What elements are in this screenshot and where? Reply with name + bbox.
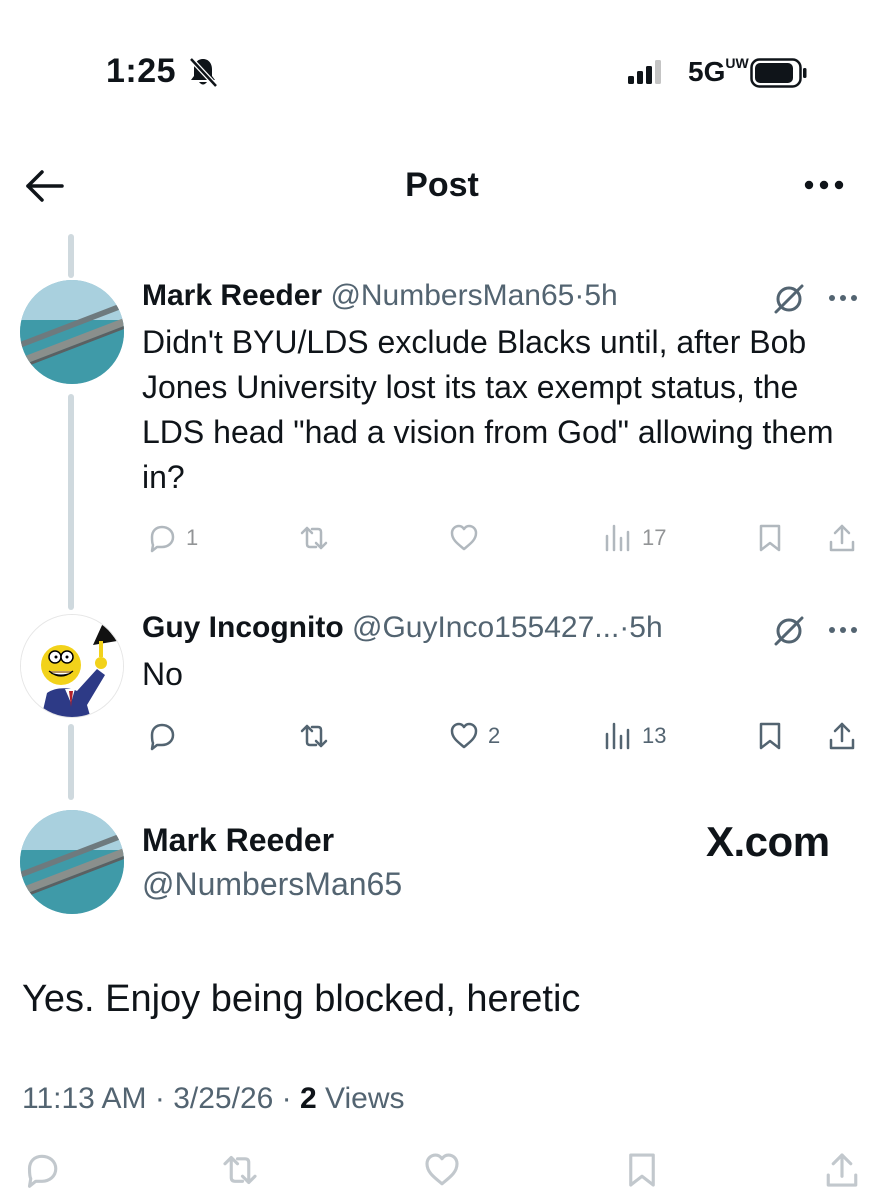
status-bar: 1:25 5GUW xyxy=(0,0,884,140)
views-icon xyxy=(605,722,630,750)
separator: · xyxy=(574,279,585,312)
post-time: 5h xyxy=(629,611,663,644)
more-options-icon[interactable] xyxy=(804,180,844,190)
avatar[interactable] xyxy=(20,614,124,718)
bridge-photo-avatar xyxy=(20,810,124,914)
network-label: 5GUW xyxy=(688,55,749,88)
author-name[interactable]: Guy Incognito xyxy=(142,611,344,644)
network-sup: UW xyxy=(725,55,749,71)
status-time: 1:25 xyxy=(106,52,177,90)
separator: · xyxy=(154,1082,165,1115)
reply-count: 1 xyxy=(186,525,199,550)
views-button[interactable]: 17 xyxy=(602,518,666,558)
more-options-icon[interactable] xyxy=(828,294,858,302)
bell-muted-icon xyxy=(189,57,218,88)
heart-icon xyxy=(425,1153,459,1186)
tweet-header: Guy Incognito @GuyInco155427...·5h xyxy=(142,610,857,648)
views-button[interactable]: 13 xyxy=(602,716,666,756)
retweet-button[interactable] xyxy=(298,716,330,756)
grok-icon[interactable] xyxy=(772,614,806,648)
share-button[interactable] xyxy=(826,716,858,756)
share-button[interactable] xyxy=(826,518,858,558)
author-handle[interactable]: @NumbersMan65 xyxy=(330,279,574,312)
bookmark-icon xyxy=(759,524,781,552)
page-title: Post xyxy=(405,166,479,204)
retweet-button[interactable] xyxy=(298,518,330,558)
tweet-text: Didn't BYU/LDS exclude Blacks until, aft… xyxy=(142,324,834,495)
views-icon xyxy=(605,524,630,552)
separator: · xyxy=(619,611,630,644)
reply-button[interactable] xyxy=(22,1150,62,1190)
share-icon xyxy=(829,524,855,552)
like-button[interactable]: 2 xyxy=(448,716,500,756)
tweet-header: Mark Reeder @NumbersMan65·5h xyxy=(142,278,857,316)
nav-bar: Post xyxy=(0,150,884,220)
avatar[interactable] xyxy=(20,810,124,914)
bookmark-button[interactable] xyxy=(754,518,786,558)
reply-icon xyxy=(150,525,175,553)
thread-line xyxy=(68,724,74,800)
avatar[interactable] xyxy=(20,280,124,384)
reply-tweet[interactable]: Mark Reeder @NumbersMan65·5h Didn't BYU/… xyxy=(142,278,857,500)
post-date: 3/25/26 xyxy=(173,1082,274,1115)
retweet-icon xyxy=(300,724,328,748)
battery-icon xyxy=(750,58,807,88)
retweet-icon xyxy=(300,526,328,550)
retweet-icon xyxy=(223,1155,257,1185)
post-time: 5h xyxy=(584,279,618,312)
bookmark-button[interactable] xyxy=(622,1150,662,1190)
tweet-actions: 1 17 xyxy=(142,518,862,558)
bridge-photo-avatar xyxy=(20,280,124,384)
network-type: 5G xyxy=(688,56,726,87)
views-count: 13 xyxy=(642,723,667,748)
grok-icon[interactable] xyxy=(772,282,806,316)
bookmark-icon xyxy=(759,722,781,750)
heart-icon xyxy=(450,524,478,551)
post-time: 11:13 AM xyxy=(22,1082,147,1115)
author-handle[interactable]: @GuyInco155427... xyxy=(352,611,619,644)
views-label[interactable]: Views xyxy=(325,1082,404,1115)
post-text: Yes. Enjoy being blocked, heretic xyxy=(22,978,581,1020)
author-name[interactable]: Mark Reeder xyxy=(142,279,322,312)
bookmark-button[interactable] xyxy=(754,716,786,756)
cartoon-avatar xyxy=(21,615,123,717)
tweet-actions: 2 13 xyxy=(142,716,862,756)
reply-button[interactable]: 1 xyxy=(146,518,198,558)
author-handle[interactable]: @NumbersMan65 xyxy=(142,866,402,903)
post-actions xyxy=(0,1150,884,1200)
share-icon xyxy=(829,722,855,750)
reply-icon xyxy=(150,723,175,751)
like-button[interactable] xyxy=(448,518,488,558)
xcom-watermark: X.com xyxy=(706,818,830,865)
post-meta: 11:13 AM · 3/25/26 · 2 Views xyxy=(22,1082,405,1116)
reply-tweet[interactable]: Guy Incognito @GuyInco155427...·5h No xyxy=(142,610,857,697)
more-options-icon[interactable] xyxy=(828,626,858,634)
reply-icon xyxy=(27,1154,58,1188)
separator: · xyxy=(281,1082,292,1115)
reply-button[interactable] xyxy=(146,716,186,756)
thread-line xyxy=(68,234,74,278)
author-name[interactable]: Mark Reeder xyxy=(142,822,334,859)
retweet-button[interactable] xyxy=(220,1150,260,1190)
thread-line xyxy=(68,394,74,610)
share-icon xyxy=(826,1153,858,1187)
like-button[interactable] xyxy=(422,1150,462,1190)
signal-icon xyxy=(628,60,661,84)
bookmark-icon xyxy=(629,1153,655,1187)
tweet-text: No xyxy=(142,656,183,692)
heart-icon xyxy=(450,722,478,749)
views-count[interactable]: 2 xyxy=(300,1082,317,1115)
share-button[interactable] xyxy=(822,1150,862,1190)
like-count: 2 xyxy=(488,723,501,748)
views-count: 17 xyxy=(642,525,667,550)
